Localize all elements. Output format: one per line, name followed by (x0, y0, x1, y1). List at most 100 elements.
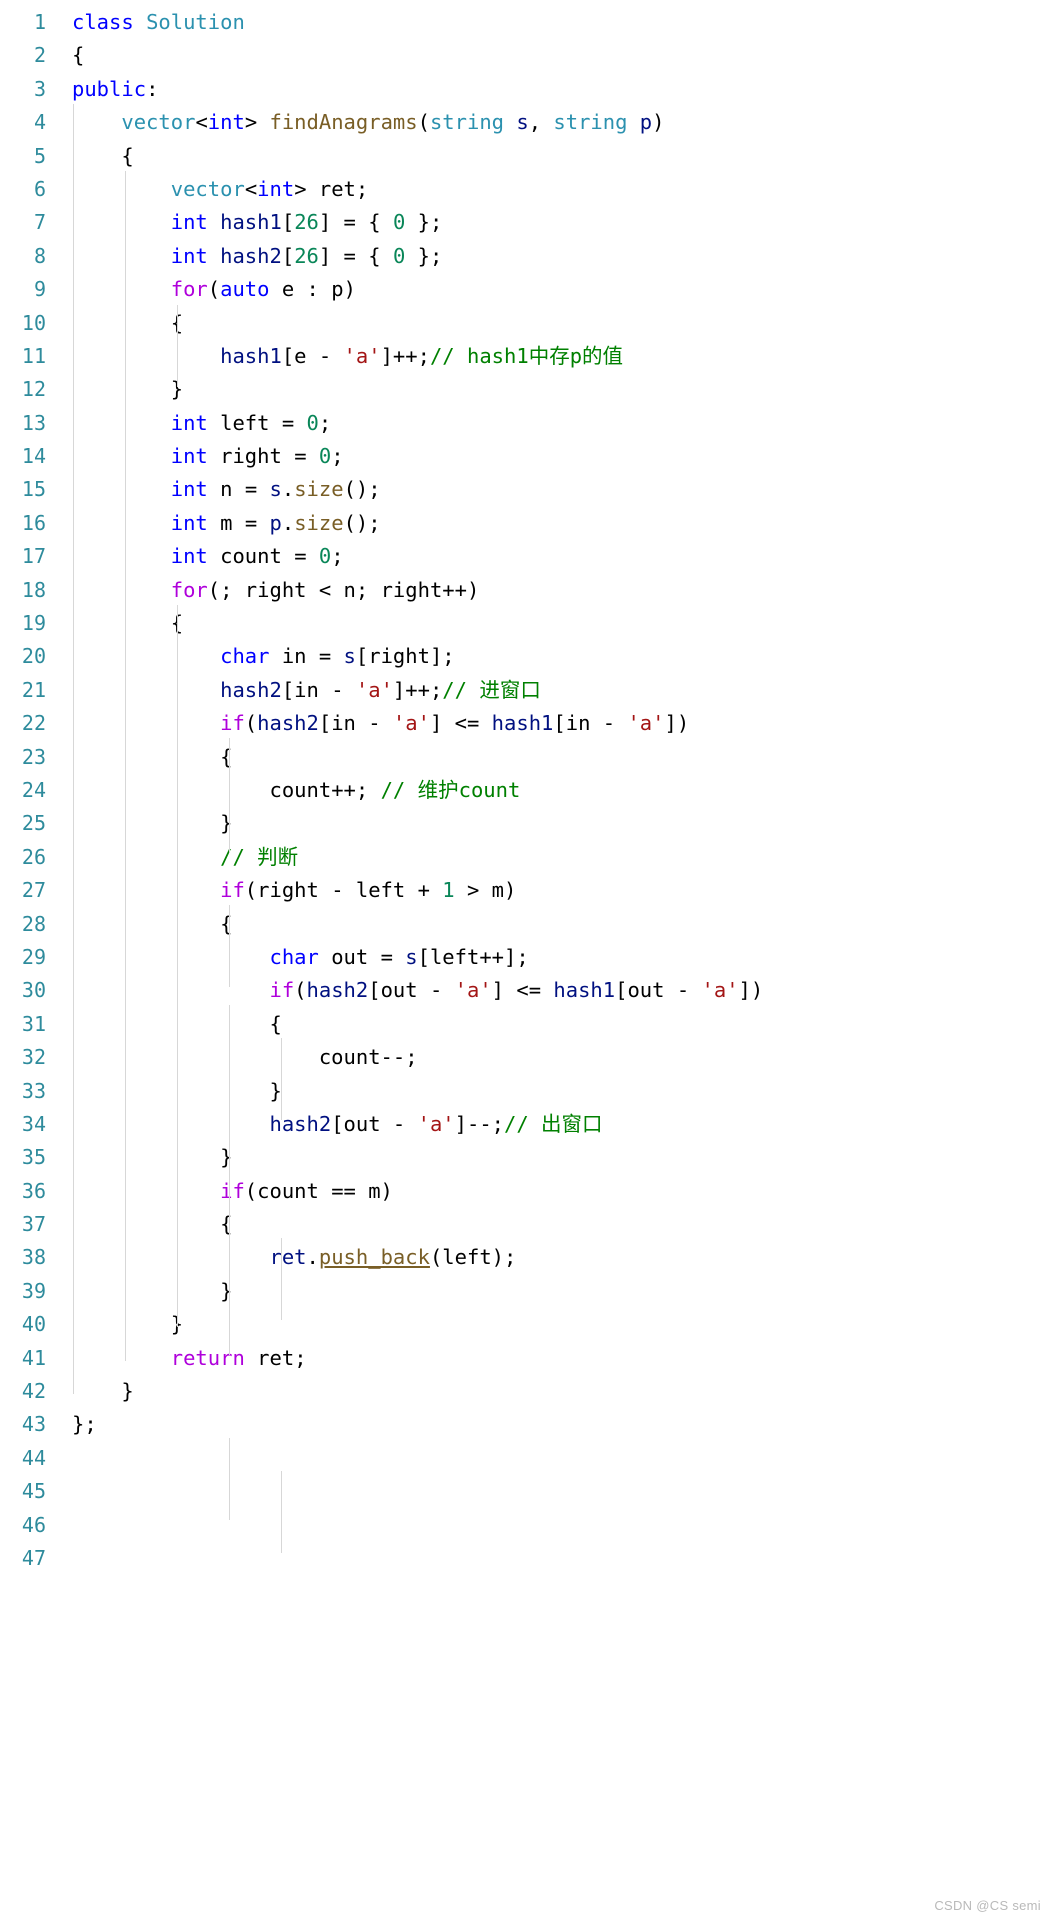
code-text[interactable]: hash2[in - 'a']++;// 进窗口 (62, 674, 1053, 707)
code-text[interactable]: } (62, 373, 1053, 406)
token-string: 'a' (343, 343, 381, 368)
code-text[interactable]: int count = 0; (62, 540, 1053, 573)
code-editor[interactable]: 1 class Solution 2 { 3 public: 4 vector<… (0, 0, 1053, 1921)
code-text[interactable]: { (62, 908, 1053, 941)
token-punct: { (220, 1212, 233, 1237)
token-variable: left (220, 410, 270, 435)
token-control-keyword: if (220, 878, 245, 903)
code-text[interactable]: } (62, 1141, 1053, 1174)
token-control-keyword: for (170, 577, 208, 602)
line-number: 21 (21, 677, 46, 702)
token-punct: [in - (553, 711, 628, 736)
token-punct: ] = { (318, 210, 381, 235)
code-line: 13 int left = 0; (0, 407, 1053, 440)
code-text[interactable]: } (62, 1275, 1053, 1308)
code-text[interactable]: char in = s[right]; (62, 640, 1053, 673)
code-text[interactable]: hash1[e - 'a']++;// hash1中存p的值 (62, 340, 1053, 373)
line-number: 29 (21, 944, 46, 969)
code-text[interactable]: } (62, 1075, 1053, 1108)
token-variable: ret (257, 1345, 295, 1370)
code-text[interactable]: public: (62, 73, 1053, 106)
code-text[interactable]: if(count == m) (62, 1175, 1053, 1208)
token-punct: [out - (368, 978, 455, 1003)
code-text[interactable]: if(right - left + 1 > m) (62, 874, 1053, 907)
code-text[interactable]: int m = p.size(); (62, 507, 1053, 540)
line-number: 23 (21, 744, 46, 769)
token-variable: hash1 (220, 210, 282, 235)
code-text[interactable]: { (62, 1008, 1053, 1041)
code-text[interactable]: if(hash2[out - 'a'] <= hash1[out - 'a']) (62, 974, 1053, 1007)
token-punct: [e - (281, 343, 344, 368)
code-text[interactable]: count++; // 维护count (62, 774, 1053, 807)
code-text[interactable]: { (62, 741, 1053, 774)
code-text[interactable]: } (62, 807, 1053, 840)
token-punct: }; (417, 243, 443, 268)
token-variable: count (220, 544, 282, 569)
code-line: 11 hash1[e - 'a']++;// hash1中存p的值 (0, 340, 1053, 373)
code-text[interactable]: hash2[out - 'a']--;// 出窗口 (62, 1108, 1053, 1141)
code-text[interactable]: if(hash2[in - 'a'] <= hash1[in - 'a']) (62, 707, 1053, 740)
token-variable: n (220, 477, 233, 502)
token-string: 'a' (355, 677, 393, 702)
token-punct: ]) (664, 711, 690, 736)
code-text[interactable]: int hash1[26] = { 0 }; (62, 206, 1053, 239)
token-punct: } (220, 811, 233, 836)
code-line: 9 for(auto e : p) (0, 273, 1053, 306)
token-punct: (count == m) (244, 1178, 393, 1203)
line-number: 26 (21, 844, 46, 869)
code-text[interactable]: } (62, 1375, 1053, 1408)
code-text[interactable]: } (62, 1308, 1053, 1341)
code-text[interactable]: }; (62, 1408, 1053, 1441)
code-text[interactable]: int n = s.size(); (62, 473, 1053, 506)
code-text[interactable]: int left = 0; (62, 407, 1053, 440)
code-area[interactable]: 1 class Solution 2 { 3 public: 4 vector<… (0, 0, 1053, 1575)
token-punct: (); (343, 477, 381, 502)
code-text[interactable]: int hash2[26] = { 0 }; (62, 240, 1053, 273)
code-text[interactable]: ret.push_back(left); (62, 1241, 1053, 1274)
code-text[interactable]: vector<int> findAnagrams(string s, strin… (62, 106, 1053, 139)
code-text[interactable] (62, 1509, 1053, 1542)
code-text[interactable] (62, 1475, 1053, 1508)
code-text[interactable]: { (62, 39, 1053, 72)
line-number: 24 (21, 777, 46, 802)
line-number: 7 (33, 210, 46, 235)
code-text[interactable]: for(auto e : p) (62, 273, 1053, 306)
token-punct: } (170, 377, 184, 402)
token-variable: hash2 (257, 711, 319, 736)
code-text[interactable]: vector<int> ret; (62, 173, 1053, 206)
code-text[interactable]: // 判断 (62, 841, 1053, 874)
code-line: 33 } (0, 1075, 1053, 1108)
code-line: 20 char in = s[right]; (0, 640, 1053, 673)
token-punct: ]++; (380, 343, 430, 368)
code-text[interactable]: { (62, 307, 1053, 340)
token-punct: = (318, 644, 332, 669)
code-text[interactable]: return ret; (62, 1342, 1053, 1375)
token-punct: ] <= (429, 711, 492, 736)
line-number: 18 (21, 577, 46, 602)
token-punct: ]) (738, 978, 764, 1003)
token-punct: } (220, 1278, 233, 1303)
code-text[interactable]: char out = s[left++]; (62, 941, 1053, 974)
code-line: 24 count++; // 维护count (0, 774, 1053, 807)
token-string: 'a' (701, 978, 739, 1003)
token-comment: // 判断 (220, 844, 299, 869)
code-line: 17 int count = 0; (0, 540, 1053, 573)
code-text[interactable] (62, 1442, 1053, 1475)
token-control-keyword: if (269, 978, 295, 1003)
code-text[interactable]: count--; (62, 1041, 1053, 1074)
code-text[interactable]: for(; right < n; right++) (62, 574, 1053, 607)
token-variable: hash2 (269, 1111, 332, 1136)
code-text[interactable]: class Solution (62, 6, 1053, 39)
token-punct: { (269, 1011, 282, 1036)
code-text[interactable]: { (62, 140, 1053, 173)
token-keyword: public (72, 76, 147, 101)
token-punct: [left++]; (417, 944, 529, 969)
code-text[interactable]: { (62, 607, 1053, 640)
code-text[interactable]: { (62, 1208, 1053, 1241)
code-line: 10 { (0, 307, 1053, 340)
token-punct: > (294, 176, 307, 201)
code-line: 36 if(count == m) (0, 1175, 1053, 1208)
code-text[interactable] (62, 1542, 1053, 1575)
line-number: 13 (21, 410, 46, 435)
code-text[interactable]: int right = 0; (62, 440, 1053, 473)
